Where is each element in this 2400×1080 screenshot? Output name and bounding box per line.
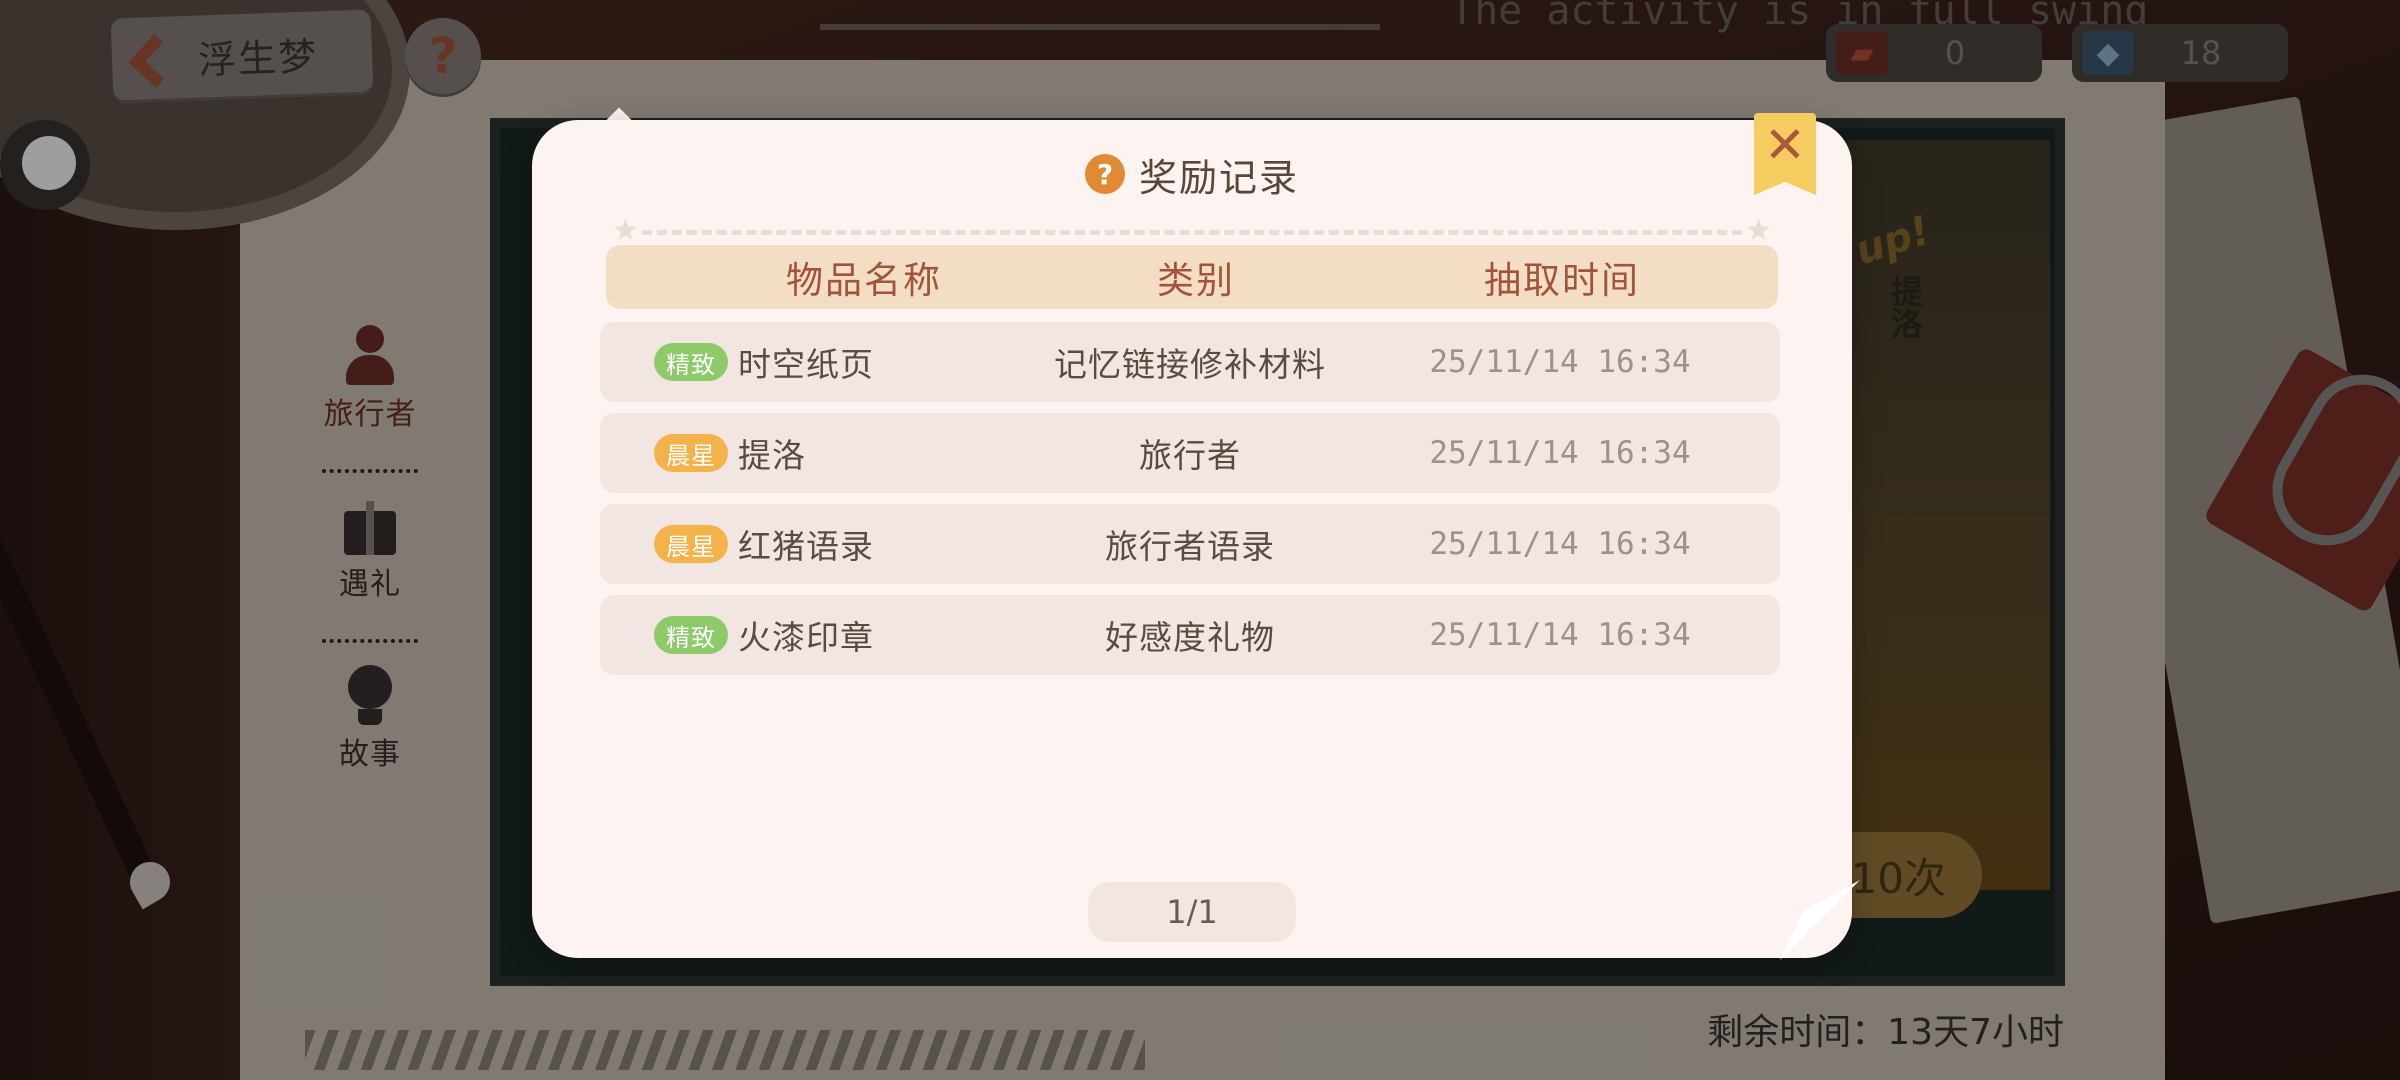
- rarity-badge: 晨星: [654, 434, 728, 472]
- item-name: 时空纸页: [738, 345, 874, 384]
- star-icon: ★: [612, 213, 639, 248]
- star-icon: ★: [1745, 213, 1772, 248]
- table-row: 精致 火漆印章 好感度礼物 25/11/14 16:34: [600, 595, 1780, 675]
- column-header-category: 类别: [1157, 259, 1235, 302]
- close-icon: ✕: [1764, 116, 1806, 174]
- dialog-title: 奖励记录: [1138, 155, 1299, 200]
- title-divider: ★ ★: [612, 216, 1772, 246]
- item-name-cell: 精致 时空纸页: [600, 338, 1040, 386]
- item-category: 记忆链接修补材料: [1054, 345, 1326, 384]
- item-name: 红猪语录: [738, 527, 874, 566]
- table-row: 晨星 红猪语录 旅行者语录 25/11/14 16:34: [600, 504, 1780, 584]
- item-category: 好感度礼物: [1105, 618, 1275, 657]
- item-name: 火漆印章: [738, 618, 874, 657]
- column-header-draw-time: 抽取时间: [1484, 259, 1640, 302]
- reward-record-dialog: ? 奖励记录 ★ ★ 物品名称 类别 抽取时间 精致 时空纸页 记忆链接修补材料…: [532, 120, 1852, 958]
- item-name: 提洛: [738, 436, 806, 475]
- column-header-item-name: 物品名称: [786, 259, 942, 302]
- draw-time: 25/11/14 16:34: [1429, 617, 1691, 653]
- item-name-cell: 精致 火漆印章: [600, 611, 1040, 659]
- rarity-badge: 晨星: [654, 525, 728, 563]
- table-row: 晨星 提洛 旅行者 25/11/14 16:34: [600, 413, 1780, 493]
- dialog-header: ? 奖励记录: [532, 146, 1852, 202]
- item-category: 旅行者语录: [1105, 527, 1275, 566]
- reward-list[interactable]: 精致 时空纸页 记忆链接修补材料 25/11/14 16:34 晨星 提洛 旅行…: [600, 322, 1780, 686]
- table-header: 物品名称 类别 抽取时间: [606, 245, 1778, 309]
- dashed-line: [642, 230, 1742, 235]
- page-indicator: 1/1: [1088, 882, 1296, 942]
- draw-time: 25/11/14 16:34: [1429, 344, 1691, 380]
- draw-time: 25/11/14 16:34: [1429, 526, 1691, 562]
- draw-time: 25/11/14 16:34: [1429, 435, 1691, 471]
- rarity-badge: 精致: [654, 616, 728, 654]
- table-row: 精致 时空纸页 记忆链接修补材料 25/11/14 16:34: [600, 322, 1780, 402]
- item-category: 旅行者: [1139, 436, 1241, 475]
- game-screen: 浮生梦 ? The activity is in full swing ▰ 0 …: [0, 0, 2400, 1080]
- item-name-cell: 晨星 提洛: [600, 429, 1040, 477]
- item-name-cell: 晨星 红猪语录: [600, 520, 1040, 568]
- rarity-badge: 精致: [654, 343, 728, 381]
- question-icon[interactable]: ?: [1084, 154, 1125, 194]
